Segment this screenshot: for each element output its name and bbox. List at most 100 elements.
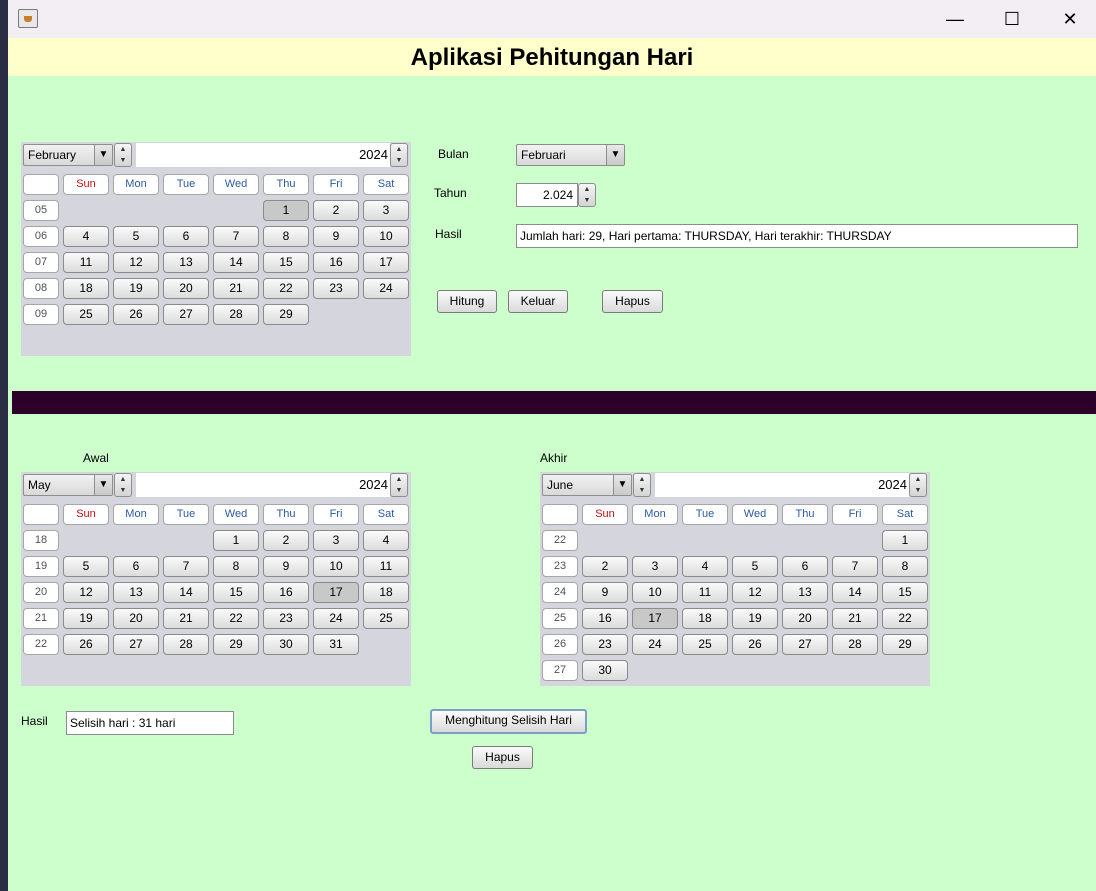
day-button[interactable]: 4 <box>363 530 409 551</box>
day-button[interactable]: 31 <box>313 634 359 655</box>
day-button[interactable]: 5 <box>63 556 109 577</box>
day-button[interactable]: 22 <box>263 278 309 299</box>
keluar-button[interactable]: Keluar <box>508 290 568 313</box>
day-button[interactable]: 10 <box>632 582 678 603</box>
day-button[interactable]: 29 <box>213 634 259 655</box>
spin-down-icon[interactable]: ▼ <box>910 485 926 496</box>
spin-down-icon[interactable]: ▼ <box>115 485 131 496</box>
day-button[interactable]: 5 <box>113 226 159 247</box>
day-button[interactable]: 28 <box>213 304 259 325</box>
maximize-button[interactable]: ☐ <box>983 0 1041 38</box>
spin-up-icon[interactable]: ▲ <box>634 474 650 485</box>
day-button[interactable]: 6 <box>113 556 159 577</box>
day-button[interactable]: 2 <box>263 530 309 551</box>
day-button[interactable]: 26 <box>63 634 109 655</box>
spin-up-icon[interactable]: ▲ <box>910 474 926 485</box>
day-button[interactable]: 24 <box>313 608 359 629</box>
day-button[interactable]: 3 <box>313 530 359 551</box>
day-button[interactable]: 12 <box>113 252 159 273</box>
day-button[interactable]: 24 <box>363 278 409 299</box>
month-combo[interactable]: June ▼ <box>542 474 632 496</box>
day-button[interactable]: 12 <box>732 582 778 603</box>
day-button[interactable]: 8 <box>882 556 928 577</box>
day-button[interactable]: 22 <box>882 608 928 629</box>
day-button[interactable]: 16 <box>582 608 628 629</box>
day-button[interactable]: 21 <box>213 278 259 299</box>
hitung-button[interactable]: Hitung <box>437 290 497 313</box>
bulan-combo[interactable]: Februari ▼ <box>516 144 625 166</box>
day-button[interactable]: 20 <box>113 608 159 629</box>
month-spinner[interactable]: ▲ ▼ <box>633 473 651 497</box>
day-button[interactable]: 16 <box>313 252 359 273</box>
day-button[interactable]: 18 <box>363 582 409 603</box>
day-button[interactable]: 6 <box>163 226 209 247</box>
day-button[interactable]: 23 <box>263 608 309 629</box>
day-button[interactable]: 22 <box>213 608 259 629</box>
year-spinner[interactable]: ▲ ▼ <box>390 143 408 167</box>
tahun-spinner-field[interactable]: 2.024 <box>516 183 578 207</box>
day-button[interactable]: 17 <box>363 252 409 273</box>
day-button[interactable]: 27 <box>113 634 159 655</box>
day-button[interactable]: 13 <box>782 582 828 603</box>
day-button[interactable]: 15 <box>882 582 928 603</box>
month-combo[interactable]: February ▼ <box>23 144 113 166</box>
day-button[interactable]: 14 <box>163 582 209 603</box>
selisih-hasil-field[interactable]: Selisih hari : 31 hari <box>66 711 234 735</box>
day-button[interactable]: 16 <box>263 582 309 603</box>
day-button[interactable]: 25 <box>682 634 728 655</box>
year-spinner[interactable]: ▲ ▼ <box>909 473 927 497</box>
day-button[interactable]: 15 <box>263 252 309 273</box>
year-field[interactable]: 2024 <box>136 143 390 167</box>
hasil-field[interactable]: Jumlah hari: 29, Hari pertama: THURSDAY,… <box>516 224 1078 248</box>
spin-up-icon[interactable]: ▲ <box>115 144 131 155</box>
month-combo[interactable]: May ▼ <box>23 474 113 496</box>
day-button[interactable]: 28 <box>163 634 209 655</box>
day-button[interactable]: 1 <box>882 530 928 551</box>
day-button[interactable]: 13 <box>163 252 209 273</box>
day-button[interactable]: 30 <box>582 660 628 681</box>
day-button[interactable]: 17 <box>313 582 359 603</box>
day-button[interactable]: 10 <box>313 556 359 577</box>
spin-up-icon[interactable]: ▲ <box>391 144 407 155</box>
spin-down-icon[interactable]: ▼ <box>634 485 650 496</box>
day-button[interactable]: 4 <box>63 226 109 247</box>
day-button[interactable]: 8 <box>263 226 309 247</box>
day-button[interactable]: 30 <box>263 634 309 655</box>
spin-up-icon[interactable]: ▲ <box>115 474 131 485</box>
spin-up-icon[interactable]: ▲ <box>391 474 407 485</box>
day-button[interactable]: 19 <box>732 608 778 629</box>
day-button[interactable]: 28 <box>832 634 878 655</box>
day-button[interactable]: 8 <box>213 556 259 577</box>
day-button[interactable]: 26 <box>732 634 778 655</box>
day-button[interactable]: 4 <box>682 556 728 577</box>
day-button[interactable]: 23 <box>313 278 359 299</box>
month-spinner[interactable]: ▲ ▼ <box>114 143 132 167</box>
minimize-button[interactable]: — <box>926 0 984 38</box>
day-button[interactable]: 19 <box>63 608 109 629</box>
day-button[interactable]: 14 <box>213 252 259 273</box>
chevron-down-icon[interactable]: ▼ <box>94 475 112 495</box>
spin-up-icon[interactable]: ▲ <box>579 184 595 195</box>
day-button[interactable]: 29 <box>882 634 928 655</box>
day-button[interactable]: 9 <box>313 226 359 247</box>
day-button[interactable]: 29 <box>263 304 309 325</box>
day-button[interactable]: 21 <box>832 608 878 629</box>
spin-down-icon[interactable]: ▼ <box>115 155 131 166</box>
day-button[interactable]: 20 <box>163 278 209 299</box>
day-button[interactable]: 18 <box>682 608 728 629</box>
day-button[interactable]: 1 <box>213 530 259 551</box>
day-button[interactable]: 2 <box>582 556 628 577</box>
month-spinner[interactable]: ▲ ▼ <box>114 473 132 497</box>
day-button[interactable]: 10 <box>363 226 409 247</box>
day-button[interactable]: 20 <box>782 608 828 629</box>
day-button[interactable]: 6 <box>782 556 828 577</box>
year-spinner[interactable]: ▲ ▼ <box>390 473 408 497</box>
year-field[interactable]: 2024 <box>136 473 390 497</box>
hapus-button[interactable]: Hapus <box>602 290 663 313</box>
day-button[interactable]: 1 <box>263 200 309 221</box>
chevron-down-icon[interactable]: ▼ <box>613 475 631 495</box>
day-button[interactable]: 3 <box>363 200 409 221</box>
day-button[interactable]: 12 <box>63 582 109 603</box>
tahun-spinner-buttons[interactable]: ▲ ▼ <box>578 183 596 207</box>
day-button[interactable]: 26 <box>113 304 159 325</box>
